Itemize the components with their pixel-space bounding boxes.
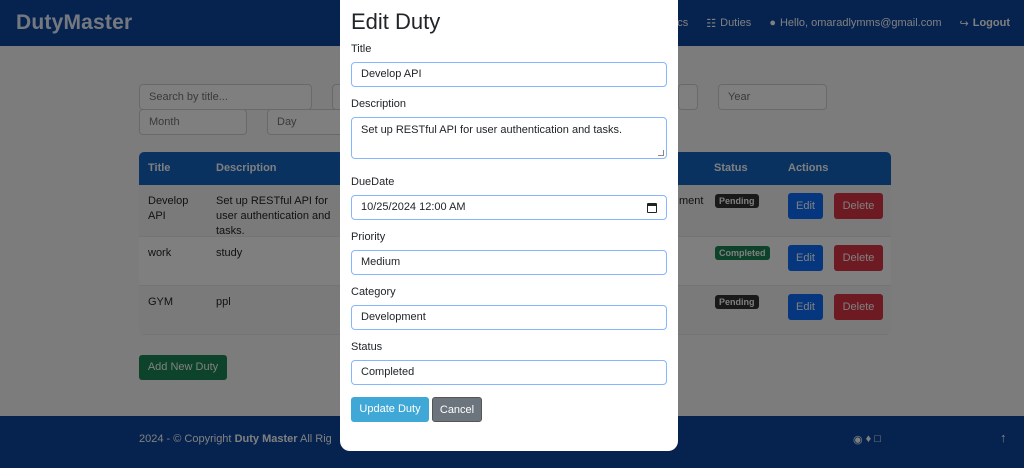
modal-title: Edit Duty [351,9,441,34]
edit-duty-modal: Edit Duty Title Develop API Description … [340,0,678,451]
status-group: Status Completed [351,341,667,385]
due-date-label: DueDate [351,176,395,188]
description-textarea[interactable]: Set up RESTful API for user authenticati… [351,117,667,159]
due-date-group: DueDate 10/25/2024 12:00 AM [351,176,667,220]
resize-grip-icon[interactable] [658,150,664,156]
priority-label: Priority [351,231,386,243]
priority-group: Priority Medium [351,231,667,275]
title-input[interactable]: Develop API [351,62,667,87]
title-label: Title [351,43,372,55]
cancel-button[interactable]: Cancel [432,397,482,422]
category-label: Category [351,286,396,298]
calendar-icon[interactable] [647,203,657,213]
description-label: Description [351,98,407,110]
status-input[interactable]: Completed [351,360,667,385]
due-date-value: 10/25/2024 12:00 AM [361,201,466,213]
due-date-input[interactable]: 10/25/2024 12:00 AM [351,195,667,220]
category-group: Category Development [351,286,667,330]
modal-actions: Update Duty Cancel [351,397,667,422]
update-duty-button[interactable]: Update Duty [351,397,429,422]
priority-input[interactable]: Medium [351,250,667,275]
title-group: Title Develop API [351,43,667,87]
status-label: Status [351,341,383,353]
category-input[interactable]: Development [351,305,667,330]
description-group: Description Set up RESTful API for user … [351,98,667,159]
description-value: Set up RESTful API for user authenticati… [361,124,623,136]
